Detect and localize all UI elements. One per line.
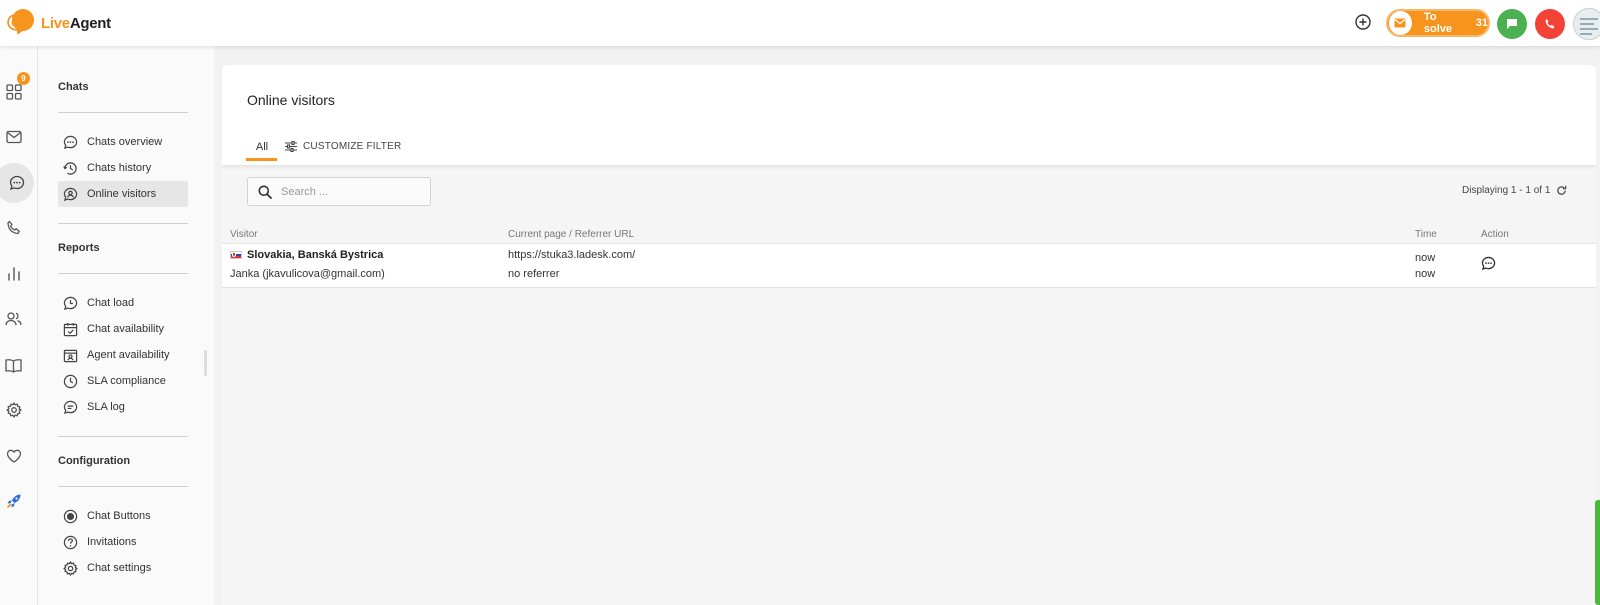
search-box[interactable]: [247, 177, 431, 206]
nav-item-label: Chat settings: [87, 562, 152, 574]
referrer-url: no referrer: [508, 268, 560, 280]
nav-item-label: Chat load: [87, 297, 135, 309]
nav-item-label: Agent availability: [87, 349, 170, 361]
calls-phone-icon[interactable]: [0, 208, 27, 248]
nav-item-chat-load[interactable]: Chat load: [58, 290, 188, 316]
logo-text-live: Live: [41, 14, 70, 32]
nav-item-label: Chats history: [87, 162, 152, 174]
calendar-check-icon: [63, 322, 78, 336]
add-new-plus-icon[interactable]: [1354, 13, 1372, 31]
customize-filter-label: CUSTOMIZE FILTER: [303, 141, 402, 152]
nav-item-chat-availability[interactable]: Chat availability: [58, 316, 188, 342]
time-value: now: [1415, 252, 1436, 264]
nav-item-chats-overview[interactable]: Chats overview: [58, 129, 188, 155]
reports-chart-icon[interactable]: [0, 254, 27, 294]
nav-item-chats-history[interactable]: Chats history: [58, 155, 188, 181]
history-icon: [63, 161, 77, 175]
top-bar: @ LiveAgent To solve 31: [0, 0, 1600, 46]
chat-bubble-icon: [63, 135, 78, 149]
nav-item-label: Chat availability: [87, 323, 165, 335]
sla-log-icon: [63, 400, 78, 414]
time-value: now: [1415, 268, 1436, 280]
table-row[interactable]: Slovakia, Banská Bystrica Janka (jkavuli…: [222, 243, 1596, 288]
page-title: Online visitors: [247, 92, 335, 108]
visitor-icon: [63, 187, 78, 201]
visitor-location: Slovakia, Banská Bystrica: [230, 249, 383, 261]
refresh-icon[interactable]: [1556, 185, 1567, 196]
section-title-configuration: Configuration: [58, 455, 131, 467]
to-solve-button[interactable]: To solve 31: [1386, 9, 1490, 37]
filter-sliders-icon: [285, 141, 297, 152]
favorites-heart-icon[interactable]: [0, 436, 27, 476]
displaying-count: Displaying 1 - 1 of 1: [1462, 185, 1551, 196]
chats-subnav: Chats Chats overview Chats history Onlin…: [38, 46, 214, 605]
question-icon: [63, 535, 78, 549]
chats-icon[interactable]: [0, 163, 34, 203]
knowledgebase-book-icon[interactable]: [0, 345, 27, 385]
panel-header: Online visitors All CUSTOMIZE FILTER: [222, 65, 1596, 165]
divider: [58, 436, 188, 437]
subnav-resize-handle[interactable]: [204, 350, 207, 376]
divider: [58, 486, 188, 487]
visitor-location-text: Slovakia, Banská Bystrica: [247, 249, 384, 261]
contacts-people-icon[interactable]: [0, 299, 27, 339]
section-title-reports: Reports: [58, 242, 100, 254]
divider: [58, 273, 188, 274]
nav-item-chat-settings[interactable]: Chat settings: [58, 555, 188, 581]
nav-item-invitations[interactable]: Invitations: [58, 529, 188, 555]
nav-item-label: Chat Buttons: [87, 510, 151, 522]
chat-button-icon: [63, 509, 78, 523]
nav-item-sla-compliance[interactable]: SLA compliance: [58, 368, 188, 394]
column-header-page[interactable]: Current page / Referrer URL: [508, 229, 634, 240]
settings-icon: [63, 560, 78, 576]
chat-bubble-icon: [1507, 19, 1517, 29]
envelope-icon: [1389, 11, 1412, 35]
column-header-visitor[interactable]: Visitor: [230, 229, 258, 240]
nav-item-label: Chats overview: [87, 136, 163, 148]
getting-started-rocket-icon[interactable]: [0, 481, 27, 521]
nav-item-chat-buttons[interactable]: Chat Buttons: [58, 503, 188, 529]
logo-text-agent: Agent: [69, 14, 111, 32]
current-page-url[interactable]: https://stuka3.ladesk.com/: [508, 249, 635, 261]
divider: [58, 223, 188, 224]
feedback-side-tab[interactable]: [1595, 500, 1600, 605]
settings-gear-icon[interactable]: [0, 390, 27, 430]
nav-item-label: SLA compliance: [87, 375, 166, 387]
nav-item-sla-log[interactable]: SLA log: [58, 394, 188, 420]
slovakia-flag-icon: [230, 251, 242, 259]
main-nav-rail: [0, 46, 38, 605]
customize-filter-button[interactable]: CUSTOMIZE FILTER: [285, 141, 401, 152]
phone-status-button[interactable]: [1535, 9, 1565, 39]
search-icon: [258, 185, 272, 199]
liveagent-logo[interactable]: @ LiveAgent: [6, 9, 111, 37]
clock-icon: [63, 374, 78, 388]
online-visitors-panel: Online visitors All CUSTOMIZE FILTER Dis…: [222, 65, 1596, 605]
nav-item-label: SLA log: [87, 401, 125, 413]
chat-load-icon: [63, 296, 78, 310]
tickets-count-badge: 9: [17, 72, 30, 85]
start-chat-icon[interactable]: [1481, 256, 1496, 274]
column-header-time[interactable]: Time: [1415, 229, 1437, 240]
phone-icon: [1545, 19, 1555, 29]
nav-item-online-visitors[interactable]: Online visitors: [58, 181, 188, 207]
tab-all[interactable]: All: [246, 133, 277, 161]
user-avatar[interactable]: [1573, 8, 1600, 40]
to-solve-label: To solve: [1423, 11, 1453, 35]
visitor-name: Janka (jkavulicova@gmail.com): [230, 268, 385, 280]
chat-status-button[interactable]: [1497, 9, 1527, 39]
section-title-chats: Chats: [58, 81, 89, 93]
logo-mark-icon: @: [6, 9, 34, 37]
divider: [58, 112, 188, 113]
search-input[interactable]: [281, 185, 421, 198]
to-solve-count: 31: [1475, 17, 1488, 29]
agent-card-icon: [63, 349, 78, 362]
nav-item-label: Online visitors: [87, 188, 157, 200]
tickets-envelope-icon[interactable]: [0, 117, 27, 157]
nav-item-label: Invitations: [87, 536, 137, 548]
pagination-info: Displaying 1 - 1 of 1: [1462, 185, 1567, 196]
column-header-action: Action: [1481, 229, 1509, 240]
nav-item-agent-availability[interactable]: Agent availability: [58, 342, 188, 368]
